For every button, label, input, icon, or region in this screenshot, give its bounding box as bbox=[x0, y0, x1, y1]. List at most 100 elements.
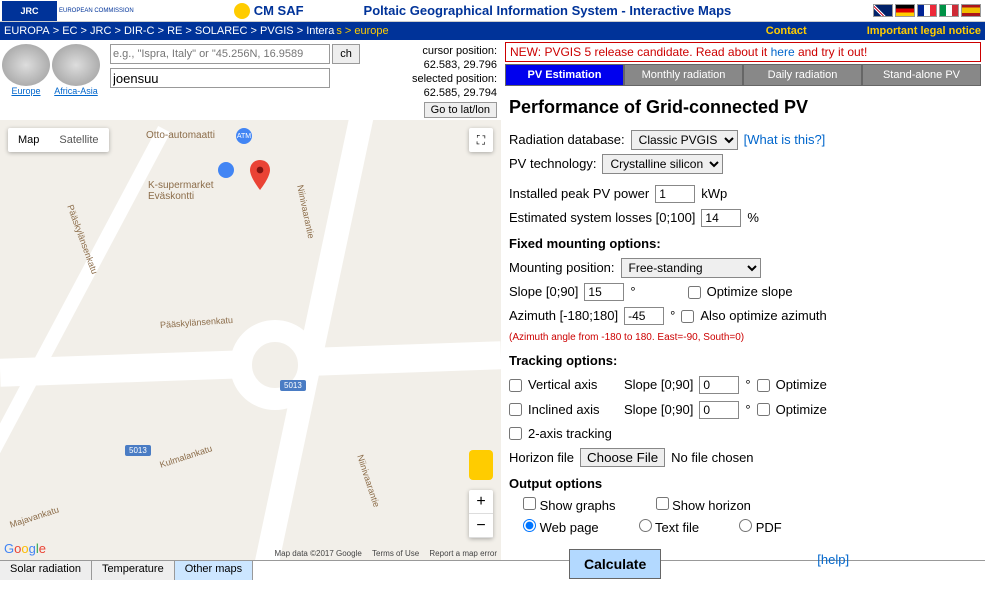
bc-item[interactable]: Intera bbox=[306, 25, 334, 37]
globe-europe-label: Europe bbox=[2, 86, 50, 96]
breadcrumb: EUROPA > EC > JRC > DIR-C > RE > SOLAREC… bbox=[0, 22, 985, 40]
flag-uk[interactable] bbox=[873, 4, 893, 17]
selected-value: 62.585, 29.794 bbox=[412, 86, 497, 100]
rad-db-select[interactable]: Classic PVGIS bbox=[631, 130, 738, 150]
atm-icon[interactable]: ATM bbox=[236, 128, 252, 144]
contact-link[interactable]: Contact bbox=[766, 25, 807, 37]
vertical-axis-label: Vertical axis bbox=[528, 374, 618, 396]
calculate-button[interactable]: Calculate bbox=[569, 549, 661, 579]
search-button[interactable]: ch bbox=[332, 44, 360, 64]
deg-label: ° bbox=[630, 281, 635, 303]
output-header: Output options bbox=[509, 473, 977, 495]
terms-link[interactable]: Terms of Use bbox=[372, 549, 419, 558]
bc-item[interactable]: DIR-C bbox=[124, 25, 155, 37]
legal-link[interactable]: Important legal notice bbox=[867, 25, 981, 37]
tab-standalone[interactable]: Stand-alone PV bbox=[862, 64, 981, 86]
footer-tab-temperature[interactable]: Temperature bbox=[92, 561, 175, 580]
flag-es[interactable] bbox=[961, 4, 981, 17]
slope-input[interactable] bbox=[584, 283, 624, 301]
shop-icon[interactable] bbox=[218, 162, 234, 178]
bc-item[interactable]: PVGIS bbox=[260, 25, 294, 37]
globe-africa[interactable]: Africa-Asia bbox=[52, 44, 100, 96]
bc-item[interactable]: RE bbox=[167, 25, 182, 37]
two-axis-checkbox[interactable] bbox=[509, 427, 522, 440]
track-slope-input[interactable] bbox=[699, 376, 739, 394]
pvtech-select[interactable]: Crystalline silicon bbox=[602, 154, 723, 174]
road-number: 5013 bbox=[280, 380, 306, 391]
show-graphs-label: Show graphs bbox=[540, 498, 616, 513]
show-horizon-checkbox[interactable] bbox=[656, 497, 669, 510]
output-text-radio[interactable] bbox=[639, 519, 652, 532]
show-graphs-checkbox[interactable] bbox=[523, 497, 536, 510]
globe-africa-label: Africa-Asia bbox=[52, 86, 100, 96]
selected-label: selected position: bbox=[412, 72, 497, 86]
optimize-track-checkbox[interactable] bbox=[757, 379, 770, 392]
zoom-in-button[interactable]: + bbox=[469, 490, 493, 514]
location-input[interactable] bbox=[110, 68, 330, 88]
go-latlon-button[interactable]: Go to lat/lon bbox=[424, 102, 497, 118]
loss-label: Estimated system losses [0;100] bbox=[509, 207, 695, 229]
flag-fr[interactable] bbox=[917, 4, 937, 17]
flag-it[interactable] bbox=[939, 4, 959, 17]
map-type-map[interactable]: Map bbox=[8, 128, 49, 152]
azimuth-label: Azimuth [-180;180] bbox=[509, 305, 618, 327]
map-marker[interactable] bbox=[250, 160, 270, 190]
optimize-azimuth-label: Also optimize azimuth bbox=[700, 305, 826, 327]
news-text2: and try it out! bbox=[795, 45, 868, 59]
optimize-slope-checkbox[interactable] bbox=[688, 286, 701, 299]
no-file-label: No file chosen bbox=[671, 447, 753, 469]
tab-daily[interactable]: Daily radiation bbox=[743, 64, 862, 86]
bc-item[interactable]: EUROPA bbox=[4, 25, 50, 37]
map-canvas[interactable]: Map Satellite ⛶ Otto-automaatti ATM K-su… bbox=[0, 120, 501, 560]
street-label: Pääskylänsenkatu bbox=[65, 203, 99, 275]
optimize-azimuth-checkbox[interactable] bbox=[681, 310, 694, 323]
choose-file-button[interactable]: Choose File bbox=[580, 448, 665, 467]
vertical-axis-checkbox[interactable] bbox=[509, 379, 522, 392]
poi-ksuper[interactable]: K-supermarket Eväskontti bbox=[148, 180, 214, 202]
track-slope-input2[interactable] bbox=[699, 401, 739, 419]
news-text: NEW: PVGIS 5 release candidate. Read abo… bbox=[510, 45, 771, 59]
help-link[interactable]: [help] bbox=[817, 549, 849, 571]
report-error-link[interactable]: Report a map error bbox=[429, 549, 497, 558]
mount-select[interactable]: Free-standing bbox=[621, 258, 761, 278]
output-text-label: Text file bbox=[655, 520, 699, 535]
globe-europe[interactable]: Europe bbox=[2, 44, 50, 96]
news-banner: NEW: PVGIS 5 release candidate. Read abo… bbox=[505, 42, 981, 62]
pegman-icon[interactable] bbox=[469, 450, 493, 480]
bc-item[interactable]: EC bbox=[62, 25, 77, 37]
two-axis-label: 2-axis tracking bbox=[528, 423, 612, 445]
zoom-out-button[interactable]: − bbox=[469, 514, 493, 538]
map-data-label: Map data ©2017 Google bbox=[275, 549, 362, 558]
street-label: Pääskylänsenkatu bbox=[160, 315, 234, 330]
output-web-radio[interactable] bbox=[523, 519, 536, 532]
road-number: 5013 bbox=[125, 445, 151, 456]
tab-monthly[interactable]: Monthly radiation bbox=[624, 64, 743, 86]
map-type-satellite[interactable]: Satellite bbox=[49, 128, 108, 152]
loss-input[interactable] bbox=[701, 209, 741, 227]
pvtech-label: PV technology: bbox=[509, 153, 596, 175]
cursor-value: 62.583, 29.796 bbox=[412, 58, 497, 72]
footer-tab-solar[interactable]: Solar radiation bbox=[0, 561, 92, 580]
peak-input[interactable] bbox=[655, 185, 695, 203]
fixed-mounting-header: Fixed mounting options: bbox=[509, 233, 977, 255]
search-input[interactable] bbox=[110, 44, 330, 64]
bc-item[interactable]: SOLAREC bbox=[195, 25, 248, 37]
optimize-track-checkbox2[interactable] bbox=[757, 403, 770, 416]
bc-item[interactable]: JRC bbox=[90, 25, 111, 37]
tab-pv-estimation[interactable]: PV Estimation bbox=[505, 64, 624, 86]
optimize-slope-label: Optimize slope bbox=[707, 281, 793, 303]
inclined-axis-checkbox[interactable] bbox=[509, 403, 522, 416]
cursor-label: cursor position: bbox=[412, 44, 497, 58]
poi-otto[interactable]: Otto-automaatti bbox=[146, 130, 215, 141]
footer-tab-other[interactable]: Other maps bbox=[175, 561, 253, 580]
azimuth-input[interactable] bbox=[624, 307, 664, 325]
horizon-label: Horizon file bbox=[509, 447, 574, 469]
flag-de[interactable] bbox=[895, 4, 915, 17]
jrc-logo: JRC bbox=[2, 1, 57, 21]
track-slope-label: Slope [0;90] bbox=[624, 374, 693, 396]
output-pdf-radio[interactable] bbox=[739, 519, 752, 532]
what-is-this-link[interactable]: [What is this?] bbox=[744, 129, 826, 151]
optimize-label: Optimize bbox=[776, 374, 827, 396]
fullscreen-button[interactable]: ⛶ bbox=[469, 128, 493, 152]
news-link[interactable]: here bbox=[771, 45, 795, 59]
